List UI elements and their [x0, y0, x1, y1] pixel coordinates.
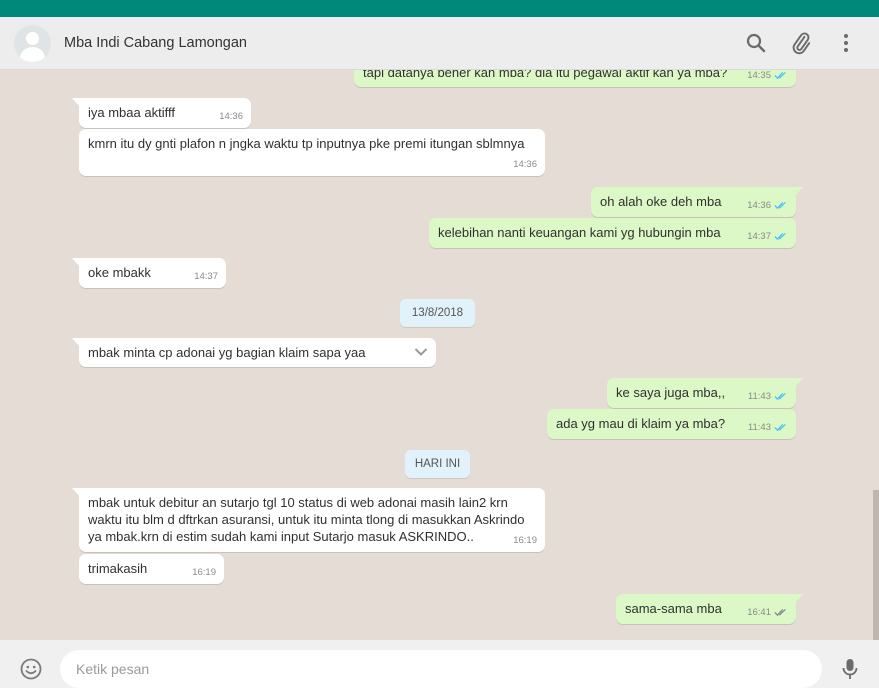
avatar-body [20, 47, 45, 62]
microphone-icon[interactable] [838, 657, 862, 681]
message-time: 14:36 [513, 159, 537, 170]
date-divider: 13/8/2018 [400, 299, 475, 327]
read-ticks-icon [774, 71, 786, 80]
message-incoming[interactable]: trimakasih 16:19 [79, 554, 224, 584]
message-incoming[interactable]: kmrn itu dy gnti plafon n jngka waktu tp… [79, 129, 545, 176]
message-time: 14:37 [747, 231, 771, 242]
message-time: 14:36 [747, 200, 771, 211]
app-top-strip [0, 0, 879, 17]
message-list[interactable]: tapi datanya bener kan mba? dia itu pega… [0, 70, 879, 640]
message-text: mbak minta cp adonai yg bagian klaim sap… [88, 345, 366, 360]
message-text: trimakasih [88, 561, 148, 576]
read-ticks-icon [774, 201, 786, 210]
message-incoming[interactable]: oke mbakk 14:37 [72, 258, 226, 288]
message-meta: 11:43 [748, 419, 788, 436]
message-time: 16:41 [747, 607, 771, 618]
message-text: tapi datanya bener kan mba? dia itu pega… [363, 70, 728, 80]
message-time: 11:43 [747, 422, 771, 433]
message-time: 14:36 [219, 111, 243, 122]
message-meta: 14:37 [747, 228, 788, 245]
message-outgoing[interactable]: tapi datanya bener kan mba? dia itu pega… [354, 70, 796, 87]
message-meta: 14:35 [747, 70, 788, 84]
message-text: oh alah oke deh mba [600, 194, 722, 209]
message-text: ke saya juga mba,, [616, 385, 726, 400]
message-outgoing[interactable]: kelebihan nanti keuangan kami yg hubungi… [429, 218, 796, 248]
message-time: 14:37 [194, 271, 218, 282]
read-ticks-icon [774, 392, 786, 401]
message-incoming[interactable]: iya mbaa aktifff 14:36 [72, 98, 251, 128]
message-text: sama-sama mba [625, 601, 722, 616]
message-outgoing[interactable]: ke saya juga mba,, 11:43 [607, 378, 803, 408]
message-text: oke mbakk [88, 265, 151, 280]
message-time: 11:43 [747, 391, 771, 402]
message-input[interactable] [74, 650, 798, 688]
contact-name[interactable]: Mba Indi Cabang Lamongan [64, 35, 247, 51]
attach-icon[interactable] [789, 31, 813, 55]
message-outgoing[interactable]: oh alah oke deh mba 14:36 [591, 187, 803, 217]
message-outgoing[interactable]: ada yg mau di klaim ya mba? 11:43 [547, 409, 796, 439]
chevron-down-icon[interactable] [414, 347, 428, 357]
contact-avatar[interactable] [14, 25, 51, 62]
delivered-ticks-icon [774, 608, 786, 617]
message-incoming[interactable]: mbak minta cp adonai yg bagian klaim sap… [72, 338, 436, 367]
message-text: ada yg mau di klaim ya mba? [556, 416, 726, 431]
menu-icon[interactable] [834, 31, 858, 55]
message-incoming[interactable]: mbak untuk debitur an sutarjo tgl 10 sta… [72, 488, 545, 552]
message-composer [0, 640, 879, 688]
search-icon[interactable] [744, 31, 768, 55]
message-time: 14:35 [747, 70, 771, 81]
emoji-icon[interactable] [19, 657, 43, 681]
message-meta: 11:43 [748, 388, 788, 405]
message-text: kelebihan nanti keuangan kami yg hubungi… [438, 225, 721, 240]
chat-scrollbar[interactable] [873, 490, 879, 640]
avatar-head [26, 32, 39, 45]
message-text: mbak untuk debitur an sutarjo tgl 10 sta… [88, 495, 525, 544]
chat-header: Mba Indi Cabang Lamongan [0, 17, 879, 70]
message-input-container [60, 650, 822, 688]
message-meta: 14:36 [747, 197, 788, 214]
date-divider: HARI INI [405, 450, 470, 478]
message-text: iya mbaa aktifff [88, 105, 175, 120]
message-outgoing[interactable]: sama-sama mba 16:41 [616, 594, 803, 624]
message-time: 16:19 [192, 567, 216, 578]
message-time: 16:19 [513, 535, 537, 546]
read-ticks-icon [774, 232, 786, 241]
read-ticks-icon [774, 423, 786, 432]
message-meta: 16:41 [747, 604, 788, 621]
message-text: kmrn itu dy gnti plafon n jngka waktu tp… [88, 136, 525, 151]
